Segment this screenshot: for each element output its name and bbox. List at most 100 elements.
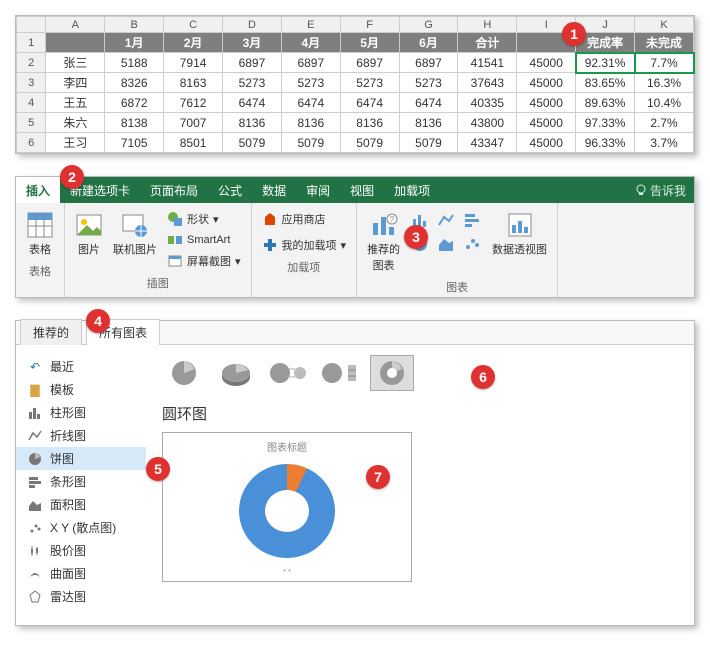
cell[interactable]: 5273 xyxy=(399,73,458,93)
sidebar-item-area[interactable]: 面积图 xyxy=(16,493,146,516)
cell[interactable]: 6872 xyxy=(105,93,164,113)
col-header[interactable]: C xyxy=(164,17,223,33)
select-all-corner[interactable] xyxy=(17,17,46,33)
subtype-bar-of-pie[interactable] xyxy=(318,355,362,391)
cell[interactable]: 5273 xyxy=(340,73,399,93)
cell[interactable]: 2.7% xyxy=(635,113,694,133)
cell[interactable]: 未完成 xyxy=(635,33,694,53)
cell[interactable]: 6897 xyxy=(223,53,282,73)
sidebar-item-pie[interactable]: 饼图 xyxy=(16,447,146,470)
cell[interactable]: 45000 xyxy=(517,53,576,73)
cell[interactable]: 3.7% xyxy=(635,133,694,153)
sidebar-item-radar[interactable]: 雷达图 xyxy=(16,585,146,608)
cell[interactable]: 5188 xyxy=(105,53,164,73)
col-header[interactable]: K xyxy=(635,17,694,33)
cell[interactable]: 张三 xyxy=(46,53,105,73)
cell[interactable]: 83.65% xyxy=(576,73,635,93)
cell[interactable]: 6897 xyxy=(340,53,399,73)
sidebar-item-xy[interactable]: X Y (散点图) xyxy=(16,516,146,539)
online-pictures-button[interactable]: 联机图片 xyxy=(111,209,159,259)
cell[interactable]: 2月 xyxy=(164,33,223,53)
sidebar-item-recent[interactable]: ↶最近 xyxy=(16,355,146,378)
tab-review[interactable]: 审阅 xyxy=(296,177,340,203)
cell[interactable]: 5079 xyxy=(223,133,282,153)
cell[interactable]: 8136 xyxy=(223,113,282,133)
cell[interactable]: 7007 xyxy=(164,113,223,133)
cell[interactable]: 6474 xyxy=(223,93,282,113)
tell-me[interactable]: 告诉我 xyxy=(627,182,694,199)
cell[interactable]: 王五 xyxy=(46,93,105,113)
sheet-table[interactable]: A B C D E F G H I J K 1 1月 2月 3月 4月 5月 6… xyxy=(16,16,694,153)
cell[interactable]: 5079 xyxy=(399,133,458,153)
cell[interactable]: 6897 xyxy=(399,53,458,73)
cell[interactable]: 6474 xyxy=(340,93,399,113)
cell[interactable]: 40335 xyxy=(458,93,517,113)
recommended-charts-button[interactable]: ? 推荐的 图表 xyxy=(365,209,402,275)
cell[interactable]: 8136 xyxy=(399,113,458,133)
cell[interactable]: 5273 xyxy=(281,73,340,93)
cell[interactable]: 朱六 xyxy=(46,113,105,133)
subtype-pie-of-pie[interactable] xyxy=(266,355,310,391)
cell[interactable]: 45000 xyxy=(517,93,576,113)
cell[interactable]: 1月 xyxy=(105,33,164,53)
sidebar-item-stock[interactable]: 股价图 xyxy=(16,539,146,562)
pivot-chart-button[interactable]: 数据透视图 xyxy=(490,209,549,259)
row-header[interactable]: 6 xyxy=(17,133,46,153)
row-header[interactable]: 3 xyxy=(17,73,46,93)
my-addins-button[interactable]: 我的加载项▾ xyxy=(260,235,349,255)
row-header[interactable]: 2 xyxy=(17,53,46,73)
cell[interactable]: 43800 xyxy=(458,113,517,133)
cell[interactable]: 45000 xyxy=(517,113,576,133)
bar-chart-button[interactable] xyxy=(460,209,484,231)
cell[interactable]: 41541 xyxy=(458,53,517,73)
cell[interactable]: 7914 xyxy=(164,53,223,73)
cell[interactable]: 10.4% xyxy=(635,93,694,113)
col-header[interactable]: A xyxy=(46,17,105,33)
cell[interactable]: 5079 xyxy=(340,133,399,153)
tables-button[interactable]: 表格 xyxy=(24,209,56,259)
tab-insert[interactable]: 插入 xyxy=(16,177,60,203)
cell[interactable]: 89.63% xyxy=(576,93,635,113)
tab-addins[interactable]: 加载项 xyxy=(384,177,440,203)
sidebar-item-bar[interactable]: 条形图 xyxy=(16,470,146,493)
row-header[interactable]: 1 xyxy=(17,33,46,53)
cell[interactable]: 97.33% xyxy=(576,113,635,133)
cell[interactable]: 5273 xyxy=(223,73,282,93)
cell[interactable]: 8136 xyxy=(340,113,399,133)
cell[interactable]: 8501 xyxy=(164,133,223,153)
store-button[interactable]: 应用商店 xyxy=(260,209,349,229)
col-header[interactable]: H xyxy=(458,17,517,33)
row-header[interactable]: 4 xyxy=(17,93,46,113)
cell[interactable]: 王习 xyxy=(46,133,105,153)
cell[interactable]: 4月 xyxy=(281,33,340,53)
cell[interactable]: 3月 xyxy=(223,33,282,53)
cell[interactable]: 8136 xyxy=(281,113,340,133)
col-header[interactable]: G xyxy=(399,17,458,33)
col-header[interactable]: B xyxy=(105,17,164,33)
cell[interactable]: 5079 xyxy=(281,133,340,153)
chart-preview[interactable]: 图表标题 • • xyxy=(162,432,412,582)
sidebar-item-column[interactable]: 柱形图 xyxy=(16,401,146,424)
cell[interactable]: 8138 xyxy=(105,113,164,133)
cell[interactable]: 6897 xyxy=(281,53,340,73)
cell[interactable]: 7105 xyxy=(105,133,164,153)
cell[interactable]: 合计 xyxy=(458,33,517,53)
cell-selected[interactable]: 7.7% xyxy=(635,53,694,73)
cell[interactable]: 16.3% xyxy=(635,73,694,93)
cell[interactable]: 6474 xyxy=(281,93,340,113)
sidebar-item-line[interactable]: 折线图 xyxy=(16,424,146,447)
sidebar-item-templates[interactable]: ▇模板 xyxy=(16,378,146,401)
cell[interactable]: 6474 xyxy=(399,93,458,113)
subtype-pie[interactable] xyxy=(162,355,206,391)
row-header[interactable]: 5 xyxy=(17,113,46,133)
screenshot-button[interactable]: 屏幕截图▾ xyxy=(165,251,243,271)
subtype-doughnut[interactable] xyxy=(370,355,414,391)
cell[interactable]: 李四 xyxy=(46,73,105,93)
pictures-button[interactable]: 图片 xyxy=(73,209,105,259)
tab-formula[interactable]: 公式 xyxy=(208,177,252,203)
cell[interactable]: 5月 xyxy=(340,33,399,53)
area-chart-button[interactable] xyxy=(434,233,458,255)
line-chart-button[interactable] xyxy=(434,209,458,231)
sidebar-item-surface[interactable]: 曲面图 xyxy=(16,562,146,585)
cell[interactable]: 37643 xyxy=(458,73,517,93)
